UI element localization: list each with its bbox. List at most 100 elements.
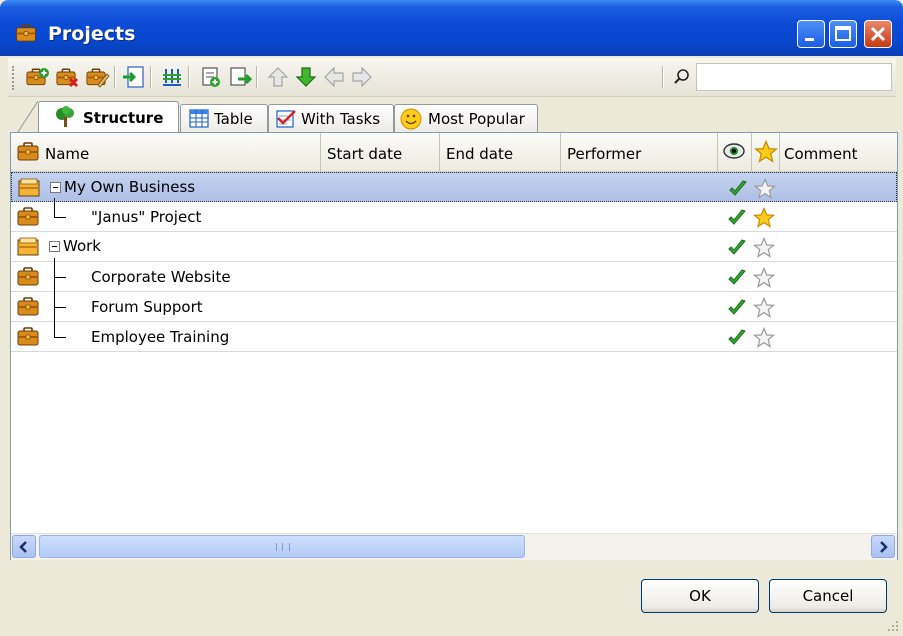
column-header-performer[interactable]: Performer [561,133,718,171]
column-header-visible[interactable] [718,133,752,171]
tree-row[interactable]: Corporate Website [11,262,897,292]
maximize-icon [835,26,851,41]
eye-icon [723,143,745,159]
close-button[interactable] [864,20,892,48]
new-project-icon[interactable] [26,65,50,89]
toolbar-grip[interactable] [12,66,17,90]
column-header-end-date[interactable]: End date [440,133,561,171]
column-start-date-label: Start date [327,145,403,163]
tree-icon [56,106,74,127]
checkmark-icon[interactable] [727,238,747,258]
tree-row[interactable]: "Janus" Project [11,202,897,232]
arrow-up-icon[interactable] [266,65,290,89]
chevron-right-icon [880,541,888,553]
checkmark-icon[interactable] [728,179,748,199]
minimize-button[interactable] [797,20,825,48]
tab-structure[interactable]: Structure [38,101,179,133]
star-empty-icon[interactable] [753,237,775,259]
column-performer-label: Performer [567,145,642,163]
column-header-favorite[interactable] [752,133,780,171]
import-icon[interactable] [122,65,146,89]
briefcase-icon [17,267,39,286]
column-header-start-date[interactable]: Start date [321,133,440,171]
ok-button[interactable]: OK [641,579,759,613]
briefcase-icon [17,297,39,316]
edit-project-icon[interactable] [86,65,110,89]
grid-header: Name Start date End date Performer Comme… [11,133,897,173]
tab-with-tasks[interactable]: With Tasks [268,104,394,132]
toolbar-separator [662,66,664,88]
tasks-icon [276,110,296,128]
row-name: Work [63,237,101,255]
collapse-toggle[interactable] [50,182,61,193]
star-filled-icon[interactable] [753,207,775,229]
projects-dialog: Projects Structure Table With Tasks Most… [0,0,903,636]
star-empty-icon[interactable] [754,178,776,200]
tree-connector [54,258,55,338]
toolbar [8,58,896,97]
briefcase-icon [17,327,39,346]
chevron-left-icon [19,541,27,553]
briefcase-open-icon [17,237,39,256]
window-title: Projects [48,23,136,45]
search-icon[interactable] [673,68,691,86]
table-icon [189,109,209,128]
arrow-left-icon[interactable] [322,65,346,89]
scroll-left-button[interactable] [12,535,36,558]
star-empty-icon[interactable] [753,297,775,319]
horizontal-scrollbar[interactable] [11,533,897,560]
tab-table-label: Table [214,110,253,128]
row-name: Forum Support [91,298,203,316]
toolbar-separator [150,66,152,88]
tree-row[interactable]: Work [11,232,897,262]
scroll-right-button[interactable] [871,535,895,558]
arrow-down-icon[interactable] [294,65,318,89]
scroll-thumb-grip [276,543,290,551]
briefcase-open-icon [18,178,40,197]
add-subtask-icon[interactable] [198,65,222,89]
checkmark-icon[interactable] [727,298,747,318]
tree-row[interactable]: My Own Business [11,172,897,202]
star-empty-icon[interactable] [753,327,775,349]
tab-with-tasks-label: With Tasks [301,110,381,128]
tab-structure-label: Structure [83,109,164,127]
delete-project-icon[interactable] [56,65,80,89]
tab-most-popular[interactable]: Most Popular [394,104,538,132]
row-name: Employee Training [91,328,230,346]
checkmark-icon[interactable] [727,328,747,348]
column-header-name[interactable]: Name [11,133,321,171]
projects-tree-grid[interactable]: Name Start date End date Performer Comme… [10,132,898,560]
maximize-button[interactable] [829,20,857,48]
columns-icon[interactable] [160,65,184,89]
arrow-right-icon[interactable] [350,65,374,89]
tree-connector [54,198,55,218]
export-icon[interactable] [228,65,252,89]
column-name-label: Name [45,145,90,163]
collapse-toggle[interactable] [49,241,60,252]
tree-connector [54,337,66,338]
scroll-thumb[interactable] [39,535,525,558]
tab-table[interactable]: Table [180,104,268,132]
row-name: Corporate Website [91,268,231,286]
star-empty-icon[interactable] [753,267,775,289]
briefcase-icon [17,207,39,226]
tree-connector [54,277,66,278]
cancel-button[interactable]: Cancel [769,579,887,613]
close-icon [870,26,886,42]
toolbar-separator [114,66,116,88]
smiley-icon [400,108,422,130]
column-header-comment[interactable]: Comment [780,133,897,171]
minimize-icon [805,38,814,41]
briefcase-column-icon [17,142,39,161]
search-input[interactable] [696,63,892,91]
row-name: "Janus" Project [91,208,202,226]
tree-row[interactable]: Employee Training [11,322,897,352]
resize-grip-icon[interactable] [885,618,899,632]
briefcase-app-icon [14,24,38,42]
title-bar[interactable]: Projects [0,0,903,56]
tree-connector [54,307,66,308]
checkmark-icon[interactable] [727,268,747,288]
tree-row[interactable]: Forum Support [11,292,897,322]
checkmark-icon[interactable] [727,208,747,228]
column-end-date-label: End date [446,145,514,163]
